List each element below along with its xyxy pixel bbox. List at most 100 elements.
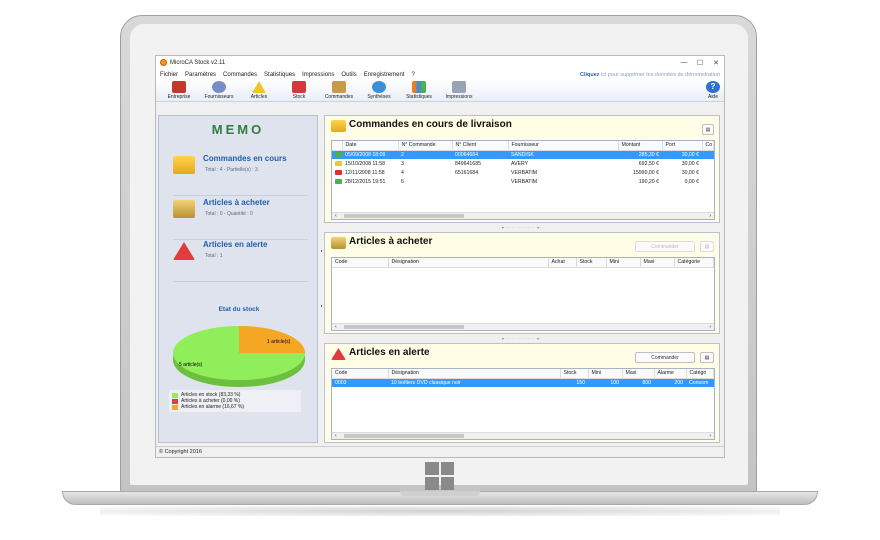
cell-fournisseur: SANDISK (508, 150, 618, 159)
menu-help[interactable]: ? (411, 72, 414, 78)
notice-link[interactable]: Cliquez (580, 72, 600, 78)
col-stock[interactable]: Stock (560, 369, 589, 379)
col-maxi[interactable]: Maxi (640, 258, 675, 268)
boxes-icon (292, 81, 306, 93)
tents-icon (252, 81, 266, 93)
col-icon[interactable] (332, 141, 343, 151)
memo-commandes[interactable]: Commandes en cours Total : 4 - Partielle… (173, 152, 308, 196)
col-categorie[interactable]: Catégo (686, 369, 714, 379)
cell-client: 65161684 (455, 169, 479, 176)
laptop-notch (400, 491, 480, 496)
minimize-button[interactable]: — (676, 59, 692, 66)
toolbar-statistiques-button[interactable]: Statistiques (399, 81, 439, 101)
cart-icon (332, 81, 346, 93)
col-designation[interactable]: Désignation (388, 369, 561, 379)
toolbar-entreprise-button[interactable]: Entreprise (159, 81, 199, 101)
col-achat[interactable]: Achat (548, 258, 577, 268)
toolbar-impressions-button[interactable]: Impressions (439, 81, 479, 101)
horizontal-scrollbar[interactable]: ‹ › (332, 323, 714, 330)
col-num-commande[interactable]: N° Commande (398, 141, 453, 151)
warning-icon (331, 348, 346, 360)
memo-commandes-label[interactable]: Commandes en cours (203, 154, 287, 163)
vertical-splitter[interactable] (320, 115, 323, 443)
acheter-panel: Articles à acheter Commander ▤ Code Dési… (324, 232, 720, 334)
toolbar-articles-button[interactable]: Articles (239, 81, 279, 101)
memo-panel: MEMO Commandes en cours Total : 4 - Part… (158, 115, 318, 443)
toolbar-stock-button[interactable]: Stock (279, 81, 319, 101)
pie-label-alarme: 1 article(s) (267, 339, 291, 345)
commander-acheter-button[interactable]: Commander (635, 241, 695, 252)
print-commandes-button[interactable]: ▤ (702, 124, 714, 135)
cell-port: 0,00 € (684, 178, 699, 185)
acheter-table[interactable]: Code Désignation Achat Stock Mini Maxi C… (331, 257, 715, 331)
memo-acheter-label[interactable]: Articles à acheter (203, 198, 270, 207)
menu-impressions[interactable]: Impressions (302, 72, 334, 78)
print-acheter-button[interactable]: ▤ (700, 241, 714, 252)
cell-montant: 692,50 € (638, 160, 659, 167)
stock-legend: Articles en stock (83,33 %) Articles à a… (169, 390, 301, 412)
app-logo-icon (160, 59, 167, 66)
splitter-handle[interactable]: ▾ ············ ▾ (486, 225, 556, 230)
cell-num: 3 (401, 160, 404, 167)
col-co[interactable]: Co (702, 141, 714, 151)
col-categorie[interactable]: Catégorie (674, 258, 714, 268)
close-button[interactable]: ✕ (708, 59, 724, 67)
cell-montant: 285,30 € (618, 150, 662, 159)
toolbar-fournisseurs-button[interactable]: Fournisseurs (199, 81, 239, 101)
col-code[interactable]: Code (332, 369, 389, 379)
toolbar-label: Synthèses (367, 94, 391, 100)
menu-commandes[interactable]: Commandes (223, 72, 257, 78)
menu-outils[interactable]: Outils (341, 72, 356, 78)
splitter-handle[interactable]: ▾ ············ ▾ (486, 336, 556, 341)
table-row[interactable]: 0003 10 boîtiers DVD classique noir 150 … (332, 378, 714, 387)
col-designation[interactable]: Désignation (388, 258, 549, 268)
toolbar-aide-button[interactable]: ? Aide (702, 81, 724, 101)
commandes-table[interactable]: Date N° Commande N° Client Fournisseur M… (331, 140, 715, 220)
menu-enregistrement[interactable]: Enregistrement (364, 72, 405, 78)
table-row[interactable]: 15/10/2008 11:58 3 849641685 AVERY 692,5… (332, 159, 714, 168)
shopping-box-icon (173, 200, 195, 218)
menu-fichier[interactable]: Fichier (160, 72, 178, 78)
status-icon (335, 178, 342, 184)
col-fournisseur[interactable]: Fournisseur (508, 141, 619, 151)
col-alarme[interactable]: Alarme (654, 369, 687, 379)
memo-acheter[interactable]: Articles à acheter Total : 0 - Quantité … (173, 196, 308, 240)
table-row[interactable]: 28/12/2015 19:51 6 VERBATIM 190,20 € 0,0… (332, 177, 714, 186)
alerte-table[interactable]: Code Désignation Stock Mini Maxi Alarme … (331, 368, 715, 440)
col-stock[interactable]: Stock (576, 258, 607, 268)
commander-alerte-button[interactable]: Commander (635, 352, 695, 363)
memo-title: MEMO (211, 122, 265, 137)
horizontal-scrollbar[interactable]: ‹ › (332, 432, 714, 439)
col-mini[interactable]: Mini (606, 258, 641, 268)
col-montant[interactable]: Montant (618, 141, 663, 151)
cell-montant: 15990,00 € (633, 169, 659, 176)
stock-chart-title: Etat du stock (218, 306, 260, 313)
col-port[interactable]: Port (662, 141, 703, 151)
delivery-truck-icon (173, 156, 195, 174)
commandes-panel-title: Commandes en cours de livraison (349, 119, 512, 130)
copyright-text: © Copyright 2016 (159, 449, 202, 455)
maximize-button[interactable]: ☐ (692, 59, 708, 67)
cell-client (452, 177, 508, 186)
col-mini[interactable]: Mini (588, 369, 623, 379)
memo-alerte[interactable]: Articles en alerte Total : 1 (173, 238, 308, 282)
col-maxi[interactable]: Maxi (622, 369, 655, 379)
menu-parametres[interactable]: Paramètres (185, 72, 216, 78)
menu-statistiques[interactable]: Statistiques (264, 72, 295, 78)
cell-stock: 150 (560, 378, 588, 387)
toolbar-commandes-button[interactable]: Commandes (319, 81, 359, 101)
printer-icon (452, 81, 466, 93)
table-row[interactable]: 05/09/2008 18:09 2 00064684 SANDISK 285,… (332, 150, 714, 159)
toolbar-syntheses-button[interactable]: Synthèses (359, 81, 399, 101)
demo-data-notice[interactable]: Cliquez ici pour supprimer les données d… (580, 72, 720, 78)
table-row[interactable]: 12/11/2008 11:58 4 65161684 VERBATIM 159… (332, 168, 714, 177)
col-num-client[interactable]: N° Client (452, 141, 509, 151)
col-code[interactable]: Code (332, 258, 389, 268)
cell-client: 849641685 (455, 160, 481, 167)
status-bar: © Copyright 2016 (156, 446, 724, 457)
cell-date: 12/11/2008 11:58 (345, 169, 385, 176)
print-alerte-button[interactable]: ▤ (700, 352, 714, 363)
memo-alerte-label[interactable]: Articles en alerte (203, 240, 267, 249)
col-date[interactable]: Date (342, 141, 399, 151)
horizontal-scrollbar[interactable]: ‹ › (332, 212, 714, 219)
